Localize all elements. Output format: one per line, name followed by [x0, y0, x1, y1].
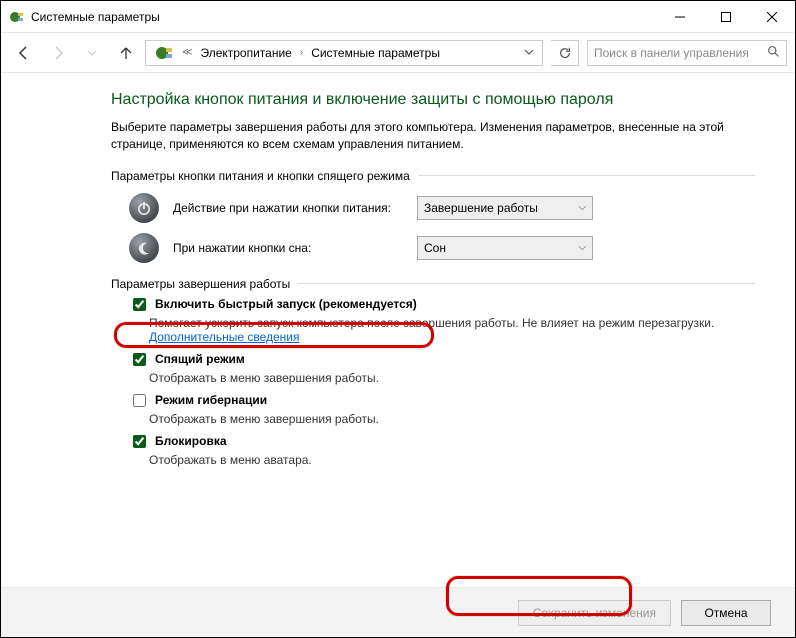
power-icon — [129, 193, 159, 223]
power-button-row: Действие при нажатии кнопки питания: Зав… — [129, 193, 755, 223]
search-placeholder: Поиск в панели управления — [594, 46, 767, 60]
sleep-mode-checkbox[interactable] — [133, 353, 146, 366]
sleep-mode-title: Спящий режим — [155, 352, 245, 366]
hibernate-checkbox[interactable] — [133, 394, 146, 407]
sleep-button-row: При нажатии кнопки сна: Сон ⌵ — [129, 233, 755, 263]
sleep-button-label: При нажатии кнопки сна: — [173, 241, 403, 255]
page-intro: Выберите параметры завершения работы для… — [111, 119, 755, 153]
close-button[interactable] — [749, 2, 795, 32]
section-label-text: Параметры кнопки питания и кнопки спящег… — [111, 169, 410, 183]
cancel-button[interactable]: Отмена — [681, 600, 771, 626]
power-button-label: Действие при нажатии кнопки питания: — [173, 201, 403, 215]
power-options-icon — [154, 43, 174, 63]
hibernate-desc: Отображать в меню завершения работы. — [149, 412, 755, 426]
footer: Сохранить изменения Отмена — [1, 587, 795, 637]
titlebar: Системные параметры — [1, 1, 795, 33]
app-icon — [9, 9, 25, 25]
lock-checkbox[interactable] — [133, 435, 146, 448]
lock-desc: Отображать в меню аватара. — [149, 453, 755, 467]
chevron-down-icon: ⌵ — [578, 242, 586, 253]
breadcrumb-separator: ≪ — [182, 47, 192, 58]
breadcrumb-dropdown[interactable] — [520, 46, 538, 60]
fast-startup-title: Включить быстрый запуск (рекомендуется) — [155, 297, 417, 311]
sleep-icon — [129, 233, 159, 263]
window-title: Системные параметры — [31, 10, 160, 24]
section-label-text: Параметры завершения работы — [111, 277, 290, 291]
fast-startup-checkbox[interactable] — [133, 298, 146, 311]
fast-startup-checkbox-row: Включить быстрый запуск (рекомендуется) — [129, 297, 755, 314]
sleep-mode-desc: Отображать в меню завершения работы. — [149, 371, 755, 385]
refresh-button[interactable] — [551, 40, 579, 66]
sleep-button-select[interactable]: Сон ⌵ — [417, 236, 593, 260]
power-button-select[interactable]: Завершение работы ⌵ — [417, 196, 593, 220]
more-info-link[interactable]: Дополнительные сведения — [149, 330, 299, 344]
nav-back-button[interactable] — [9, 38, 39, 68]
fast-startup-desc: Помогает ускорить запуск компьютера посл… — [149, 316, 755, 344]
chevron-down-icon: ⌵ — [578, 202, 586, 213]
breadcrumb-item[interactable]: Электропитание — [196, 46, 295, 60]
minimize-button[interactable] — [657, 2, 703, 32]
save-button[interactable]: Сохранить изменения — [518, 600, 671, 626]
section-shutdown: Параметры завершения работы — [111, 277, 755, 291]
window: Системные параметры ≪ Эле — [0, 0, 796, 638]
sleep-mode-checkbox-row: Спящий режим — [129, 352, 755, 369]
breadcrumb-item[interactable]: Системные параметры — [307, 46, 444, 60]
nav-up-button[interactable] — [111, 38, 141, 68]
page-title: Настройка кнопок питания и включение защ… — [111, 91, 755, 109]
lock-title: Блокировка — [155, 434, 227, 448]
maximize-button[interactable] — [703, 2, 749, 32]
nav-forward-button[interactable] — [43, 38, 73, 68]
navbar: ≪ Электропитание › Системные параметры П… — [1, 33, 795, 73]
section-power-buttons: Параметры кнопки питания и кнопки спящег… — [111, 169, 755, 183]
nav-recent-dropdown[interactable] — [77, 38, 107, 68]
hibernate-title: Режим гибернации — [155, 393, 267, 407]
breadcrumb[interactable]: ≪ Электропитание › Системные параметры — [145, 40, 543, 66]
hibernate-checkbox-row: Режим гибернации — [129, 393, 755, 410]
search-input[interactable]: Поиск в панели управления — [587, 40, 787, 66]
chevron-right-icon: › — [300, 47, 303, 58]
search-icon — [767, 45, 780, 61]
lock-checkbox-row: Блокировка — [129, 434, 755, 451]
content-area: Настройка кнопок питания и включение защ… — [1, 73, 795, 587]
